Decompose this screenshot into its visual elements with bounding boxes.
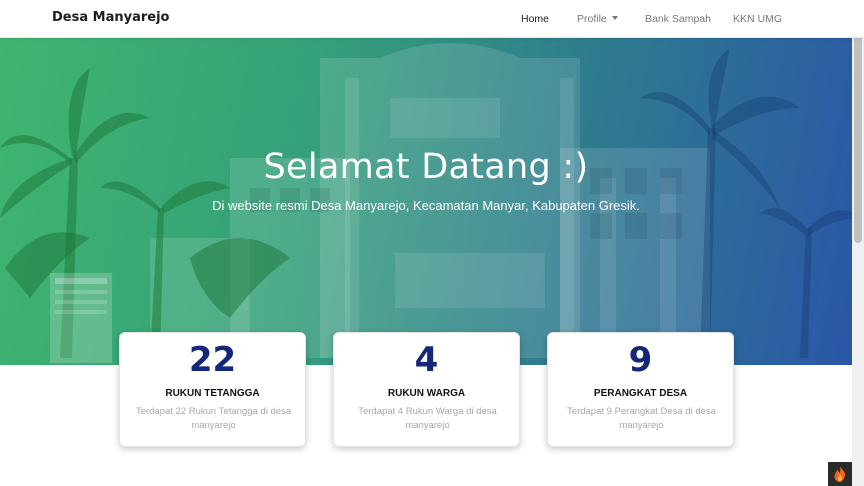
- stat-card-perangkat-desa: 9 PERANGKAT DESA Terdapat 9 Perangkat De…: [547, 332, 734, 447]
- stat-label: RUKUN WARGA: [387, 388, 466, 399]
- hero-title: Selamat Datang :): [263, 147, 589, 187]
- flame-icon: [834, 466, 846, 482]
- stat-card-rukun-warga: 4 RUKUN WARGA Terdapat 4 Rukun Warga di …: [333, 332, 520, 447]
- nav-bank-sampah[interactable]: Bank Sampah: [645, 13, 711, 25]
- stat-label: RUKUN TETANGGA: [165, 388, 260, 399]
- stat-value: 4: [414, 340, 439, 380]
- nav-home[interactable]: Home: [521, 13, 549, 25]
- nav-kkn-umg[interactable]: KKN UMG: [733, 13, 782, 25]
- hero-subtitle: Di website resmi Desa Manyarejo, Kecamat…: [212, 198, 640, 213]
- stat-label: PERANGKAT DESA: [593, 388, 688, 399]
- stat-card-rukun-tetangga: 22 RUKUN TETANGGA Terdapat 22 Rukun Teta…: [119, 332, 306, 447]
- hero-banner: Selamat Datang :) Di website resmi Desa …: [0, 38, 864, 365]
- brand-logo[interactable]: Desa Manyarejo: [52, 10, 169, 25]
- nav-profile[interactable]: Profile: [577, 13, 618, 25]
- caret-down-icon: [611, 16, 618, 21]
- stat-description: Terdapat 9 Perangkat Desa di desa manyar…: [567, 406, 716, 431]
- stat-description: Terdapat 4 Rukun Warga di desa manyarejo: [358, 406, 497, 431]
- stat-value: 22: [188, 340, 237, 380]
- navbar: Desa Manyarejo Home Profile Bank Sampah …: [0, 0, 864, 38]
- scrollbar-thumb[interactable]: [854, 3, 862, 243]
- stat-value: 9: [628, 340, 653, 380]
- stat-description: Terdapat 22 Rukun Tetangga di desa manya…: [135, 406, 292, 431]
- nav-profile-label: Profile: [577, 13, 607, 25]
- floating-button[interactable]: [828, 462, 852, 486]
